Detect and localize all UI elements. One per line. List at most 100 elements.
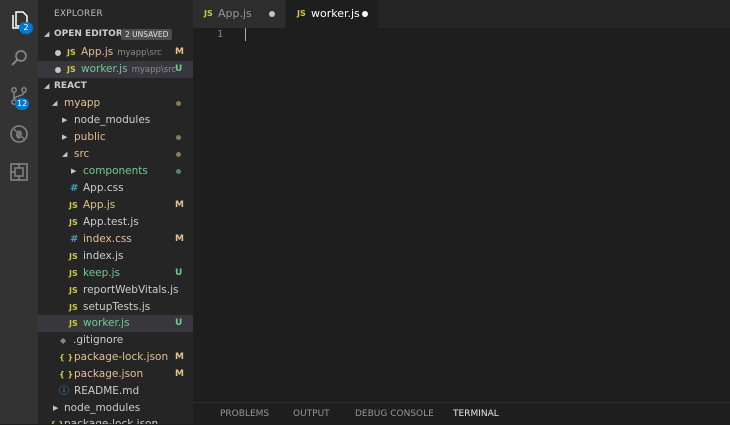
tree-file-index-js[interactable]: JS index.js bbox=[38, 248, 193, 265]
panel-tab-bar: PROBLEMS OUTPUT DEBUG CONSOLE TERMINAL bbox=[193, 402, 730, 425]
tree-file-package-json[interactable]: { } package.json M bbox=[38, 366, 193, 383]
tree-file-worker-js[interactable]: JS worker.js U bbox=[38, 315, 193, 332]
file-name: setupTests.js bbox=[83, 301, 151, 313]
activity-bar: 2 12 bbox=[0, 0, 38, 424]
js-file-icon: JS bbox=[67, 48, 76, 57]
folder-name: node_modules bbox=[64, 402, 141, 414]
git-file-icon: ◆ bbox=[60, 336, 67, 345]
git-status-badge: M bbox=[175, 352, 184, 362]
js-file-icon: JS bbox=[67, 65, 76, 74]
explorer-button[interactable]: 2 bbox=[0, 2, 38, 38]
tree-folder-public[interactable]: ▶ public bbox=[38, 129, 193, 146]
tree-file-package-lock-json-root[interactable]: { } package-lock.json bbox=[38, 416, 193, 424]
file-path: myapp\src bbox=[131, 65, 177, 75]
project-header[interactable]: ◢ REACT bbox=[38, 78, 193, 95]
file-path: myapp\src bbox=[117, 48, 162, 58]
js-file-icon: JS bbox=[69, 218, 78, 227]
git-status-badge: U bbox=[175, 64, 183, 74]
untracked-dot-icon bbox=[176, 169, 181, 174]
chevron-right-icon: ▶ bbox=[62, 116, 68, 124]
json-file-icon: { } bbox=[59, 370, 74, 379]
search-button[interactable] bbox=[0, 40, 38, 76]
sidebar-title: EXPLORER bbox=[54, 9, 103, 19]
tab-worker-js[interactable]: JS worker.js bbox=[286, 0, 378, 28]
file-name: worker.js bbox=[81, 63, 128, 75]
js-file-icon: JS bbox=[69, 286, 78, 295]
file-name: package.json bbox=[74, 368, 144, 380]
tree-file-report-web-vitals-js[interactable]: JS reportWebVitals.js bbox=[38, 282, 193, 299]
tree-file-readme-md[interactable]: ⓘ README.md bbox=[38, 383, 193, 400]
git-status-badge: M bbox=[175, 369, 184, 379]
file-name: App.css bbox=[83, 182, 124, 194]
js-file-icon: JS bbox=[69, 269, 78, 278]
tree-folder-src[interactable]: ◢ src bbox=[38, 146, 193, 163]
file-name: App.js bbox=[81, 46, 114, 58]
tree-file-app-css[interactable]: # App.css bbox=[38, 180, 193, 197]
file-name: index.js bbox=[83, 250, 124, 262]
tree-file-index-css[interactable]: # index.css M bbox=[38, 231, 193, 248]
source-control-button[interactable]: 12 bbox=[0, 78, 38, 114]
tree-file-keep-js[interactable]: JS keep.js U bbox=[38, 265, 193, 282]
tree-folder-node-modules-root[interactable]: ▶ node_modules bbox=[38, 400, 193, 417]
unsaved-dot-icon[interactable] bbox=[362, 11, 368, 17]
file-name: index.css bbox=[83, 233, 132, 245]
tab-problems[interactable]: PROBLEMS bbox=[220, 403, 269, 425]
git-status-badge: M bbox=[175, 47, 184, 57]
folder-name: components bbox=[83, 165, 148, 177]
tab-output[interactable]: OUTPUT bbox=[293, 403, 330, 425]
tab-terminal[interactable]: TERMINAL bbox=[453, 403, 499, 425]
line-number: 1 bbox=[217, 29, 224, 40]
file-name: package-lock.json bbox=[74, 351, 169, 363]
file-name: worker.js bbox=[83, 317, 130, 329]
modified-dot-icon bbox=[176, 135, 181, 140]
text-cursor bbox=[245, 28, 246, 41]
file-name: README.md bbox=[74, 385, 140, 397]
tree-folder-myapp[interactable]: ◢ myapp bbox=[38, 95, 193, 112]
folder-name: public bbox=[74, 131, 106, 143]
tree-file-gitignore[interactable]: ◆ .gitignore bbox=[38, 332, 193, 349]
file-name: reportWebVitals.js bbox=[83, 284, 179, 296]
js-file-icon: JS bbox=[69, 252, 78, 261]
folder-name: src bbox=[74, 148, 90, 160]
file-name: App.test.js bbox=[83, 216, 139, 228]
explorer-sidebar: EXPLORER ◢ OPEN EDITORS 2 UNSAVED JS App… bbox=[38, 0, 193, 424]
explorer-badge: 2 bbox=[19, 22, 33, 34]
chevron-down-icon: ◢ bbox=[44, 82, 50, 90]
file-name: .gitignore bbox=[73, 334, 124, 346]
tree-file-package-lock-json[interactable]: { } package-lock.json M bbox=[38, 349, 193, 366]
unsaved-dot-icon[interactable] bbox=[55, 50, 61, 56]
unsaved-dot-icon[interactable] bbox=[269, 11, 275, 17]
code-editor[interactable]: 1 bbox=[193, 28, 730, 402]
git-status-badge: M bbox=[175, 234, 184, 244]
search-icon bbox=[11, 50, 27, 66]
tree-file-setup-tests-js[interactable]: JS setupTests.js bbox=[38, 299, 193, 316]
js-file-icon: JS bbox=[204, 9, 213, 18]
tree-file-app-js[interactable]: JS App.js M bbox=[38, 197, 193, 214]
json-file-icon: { } bbox=[59, 353, 74, 362]
extensions-button[interactable] bbox=[0, 154, 38, 190]
open-editor-item[interactable]: JS worker.js myapp\src U bbox=[38, 61, 193, 78]
editor-tab-bar: JS App.js JS worker.js bbox=[193, 0, 730, 28]
file-name: App.js bbox=[83, 199, 116, 211]
extensions-icon bbox=[10, 163, 28, 181]
js-file-icon: JS bbox=[297, 9, 306, 18]
unsaved-dot-icon[interactable] bbox=[55, 67, 61, 73]
tab-debug-console[interactable]: DEBUG CONSOLE bbox=[355, 403, 434, 425]
unsaved-badge: 2 UNSAVED bbox=[121, 29, 173, 40]
tree-folder-components[interactable]: ▶ components bbox=[38, 163, 193, 180]
debug-button[interactable] bbox=[0, 116, 38, 152]
source-control-badge: 12 bbox=[15, 98, 30, 110]
tree-folder-node-modules[interactable]: ▶ node_modules bbox=[38, 112, 193, 129]
js-file-icon: JS bbox=[69, 201, 78, 210]
git-status-badge: U bbox=[175, 268, 183, 278]
open-editor-item[interactable]: JS App.js myapp\src M bbox=[38, 44, 193, 61]
tree-file-app-test-js[interactable]: JS App.test.js bbox=[38, 214, 193, 231]
open-editors-header[interactable]: ◢ OPEN EDITORS 2 UNSAVED bbox=[38, 26, 193, 43]
folder-name: node_modules bbox=[74, 114, 151, 126]
info-icon: ⓘ bbox=[59, 386, 69, 397]
tab-app-js[interactable]: JS App.js bbox=[193, 0, 285, 28]
chevron-down-icon: ◢ bbox=[44, 30, 50, 38]
chevron-right-icon: ▶ bbox=[71, 167, 77, 175]
modified-dot-icon bbox=[176, 152, 181, 157]
git-status-badge: U bbox=[175, 318, 183, 328]
